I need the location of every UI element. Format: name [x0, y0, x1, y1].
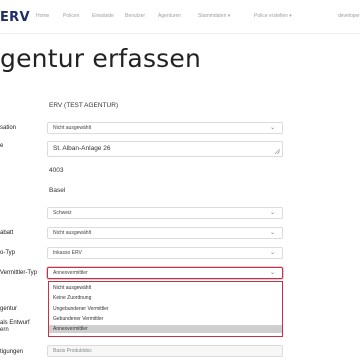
vermittler-typ-label: Vermittler-Typ — [0, 270, 38, 276]
strasse-textarea[interactable]: St. Alban-Anlage 26 — [47, 141, 283, 157]
organisation-label: sation — [0, 125, 17, 131]
bestaetigungen-label: tigungen — [0, 349, 24, 355]
strasse-label: e — [0, 143, 4, 149]
resize-grip-icon[interactable] — [275, 149, 280, 154]
typ-select[interactable]: Inkasso ERV ⌄ — [47, 247, 283, 259]
ort-value: Basel — [49, 187, 66, 194]
nav-benutzer[interactable]: Benutzer — [125, 13, 145, 19]
nav-einwaende[interactable]: Einwände — [92, 13, 114, 19]
vermittler-typ-dropdown: Nicht ausgewählt Keine Zuordnung Ungebun… — [48, 281, 283, 337]
dropdown-option[interactable]: Ungebundener Vermittler — [49, 305, 282, 313]
nav-policen[interactable]: Policen — [63, 13, 79, 19]
user-menu[interactable]: developer — [338, 13, 360, 19]
entwurf-label: als Entwurf — [0, 320, 30, 326]
chevron-down-icon: ⌄ — [269, 210, 275, 216]
chevron-down-icon: ⌄ — [269, 250, 275, 256]
land-select[interactable]: Schweiz ⌄ — [47, 207, 283, 219]
organisation-select[interactable]: Nicht ausgewählt ⌄ — [47, 122, 283, 134]
chevron-down-icon: ⌄ — [269, 230, 275, 236]
nav-home[interactable]: Home — [36, 13, 49, 19]
dropdown-option[interactable]: Nicht ausgewählt — [49, 284, 282, 292]
chevron-down-icon: ▾ — [287, 13, 292, 19]
chevron-down-icon: ⌄ — [269, 270, 275, 276]
page-title: gentur erfassen — [0, 44, 202, 73]
agency-name-value: ERV (TEST AGENTUR) — [49, 102, 119, 109]
dropdown-option-selected[interactable]: Annexvermittler — [49, 325, 282, 333]
entwurf-label-2: ern — [0, 327, 9, 333]
bestaetigungen-input[interactable]: Basis Produktdoc — [47, 345, 283, 357]
nav-agenturen[interactable]: Agenturen — [158, 13, 181, 19]
rabatt-label: abatt — [0, 230, 14, 236]
dropdown-option[interactable]: Keine Zuordnung — [49, 294, 282, 302]
chevron-down-icon: ▾ — [226, 13, 231, 19]
typ-label: o-Typ — [0, 250, 16, 256]
nav-police-erstellen[interactable]: Police erstellen ▾ — [254, 13, 292, 19]
chevron-down-icon: ⌄ — [269, 125, 275, 131]
navbar: ERV Home Policen Einwände Benutzer Agent… — [0, 0, 360, 34]
brand-logo[interactable]: ERV — [0, 10, 30, 25]
rabatt-select[interactable]: Nicht ausgewählt ⌄ — [47, 227, 283, 239]
agentur-label: gentur — [0, 306, 18, 312]
nav-stammdaten[interactable]: Stammdaten ▾ — [198, 13, 230, 19]
plz-value: 4003 — [49, 167, 64, 174]
dropdown-option[interactable]: Gebundener Vermittler — [49, 315, 282, 323]
vermittler-typ-select[interactable]: Annexvermittler ⌄ — [47, 267, 283, 279]
